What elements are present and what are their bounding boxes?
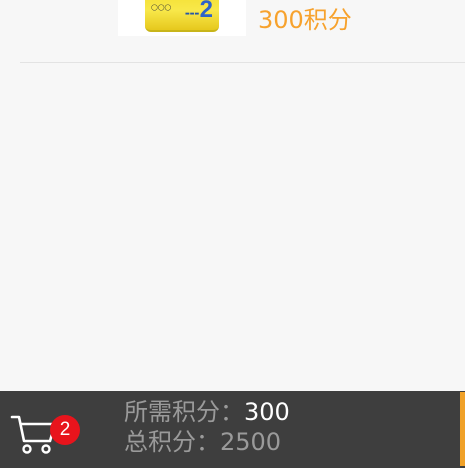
required-points-row: 所需积分：300	[124, 397, 290, 427]
divider	[20, 62, 465, 63]
total-points-value: 2500	[220, 428, 282, 456]
page: ◯◯◯ ▬▬▬ 2 300积分 2 所需积分：300 总积分：2500	[0, 0, 465, 468]
cart-count-badge: 2	[50, 415, 80, 445]
required-points-label: 所需积分：	[124, 398, 244, 426]
cart-button[interactable]: 2	[8, 407, 80, 457]
bottom-checkout-bar: 2 所需积分：300 总积分：2500	[0, 391, 465, 468]
can-logo: ◯◯◯	[151, 4, 172, 11]
formula-can-graphic: ◯◯◯ ▬▬▬ 2	[145, 0, 219, 32]
product-image[interactable]: ◯◯◯ ▬▬▬ 2	[118, 0, 246, 36]
total-points-label: 总积分：	[124, 428, 220, 456]
can-label-text-mark: ▬▬▬	[185, 11, 200, 17]
product-points: 300积分	[258, 6, 352, 34]
points-summary: 所需积分：300 总积分：2500	[124, 397, 290, 457]
required-points-value: 300	[244, 398, 290, 426]
total-points-row: 总积分：2500	[124, 427, 290, 457]
submit-button[interactable]	[460, 392, 465, 466]
product-list-item[interactable]: ◯◯◯ ▬▬▬ 2 300积分	[0, 0, 465, 62]
can-stage-number: 2	[199, 0, 213, 23]
